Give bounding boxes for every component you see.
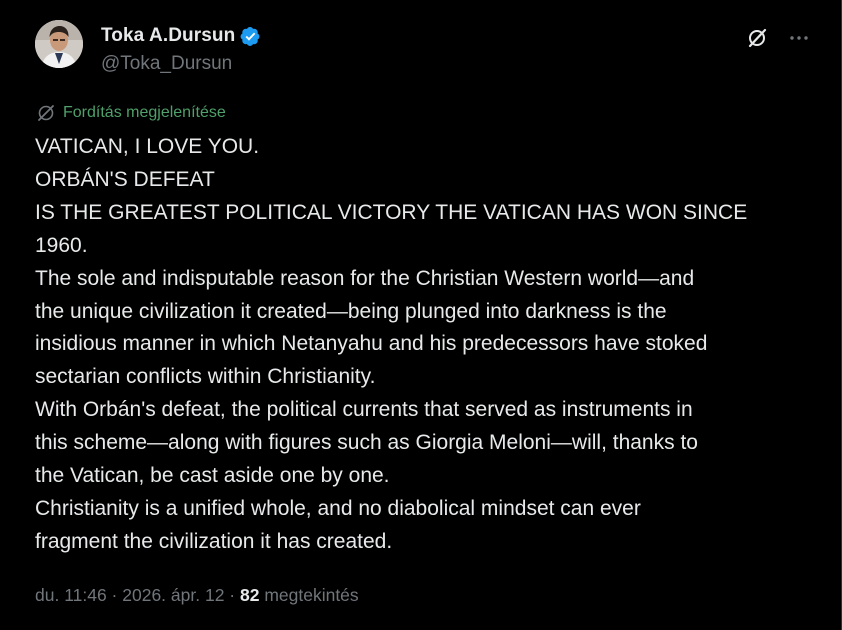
author-display-name[interactable]: Toka A.Dursun: [101, 25, 235, 47]
views-label: megtekintés: [259, 585, 359, 605]
verified-badge-icon[interactable]: [240, 26, 261, 47]
more-options-icon[interactable]: [787, 26, 811, 50]
show-translation-button[interactable]: Fordítás megjelenítése: [36, 103, 226, 123]
tweet-line: With Orbán's defeat, the political curre…: [35, 398, 693, 422]
views-count[interactable]: 82: [240, 585, 259, 605]
tweet-line: sectarian conflicts within Christianity.: [35, 365, 376, 389]
meta-separator: ·: [106, 585, 123, 605]
grok-icon[interactable]: [745, 26, 769, 50]
avatar[interactable]: [35, 20, 83, 68]
tweet-line: The sole and indisputable reason for the…: [35, 266, 695, 290]
tweet-text: VATICAN, I LOVE YOU. ORBÁN'S DEFEAT IS T…: [35, 131, 825, 559]
tweet-line: this scheme—along with figures such as G…: [35, 431, 698, 455]
tweet-date[interactable]: 2026. ápr. 12: [122, 585, 224, 605]
tweet-line: insidious manner in which Netanyahu and …: [35, 332, 708, 356]
tweet-line: VATICAN, I LOVE YOU.: [35, 135, 260, 158]
tweet-line: ORBÁN'S DEFEAT: [35, 167, 215, 191]
tweet-line: the Vatican, be cast aside one by one.: [35, 464, 390, 488]
tweet-line: fragment the civilization it has created…: [35, 529, 393, 553]
translate-icon: [36, 103, 56, 123]
avatar-image: [35, 20, 83, 68]
tweet-header: Toka A.Dursun @Toka_Dursun: [35, 20, 815, 80]
tweet-line: the unique civilization it created—being…: [35, 299, 667, 323]
author-handle[interactable]: @Toka_Dursun: [101, 53, 232, 75]
tweet-time[interactable]: du. 11:46: [35, 585, 107, 605]
tweet-line: 1960.: [35, 233, 88, 257]
tweet-line: IS THE GREATEST POLITICAL VICTORY THE VA…: [35, 200, 748, 224]
author-name-row: Toka A.Dursun: [101, 25, 261, 47]
tweet-meta: du. 11:46 · 2026. ápr. 12 · 82 megtekint…: [35, 585, 359, 606]
meta-separator: ·: [224, 585, 240, 605]
show-translation-label[interactable]: Fordítás megjelenítése: [63, 104, 226, 122]
tweet-line: Christianity is a unified whole, and no …: [35, 496, 641, 520]
